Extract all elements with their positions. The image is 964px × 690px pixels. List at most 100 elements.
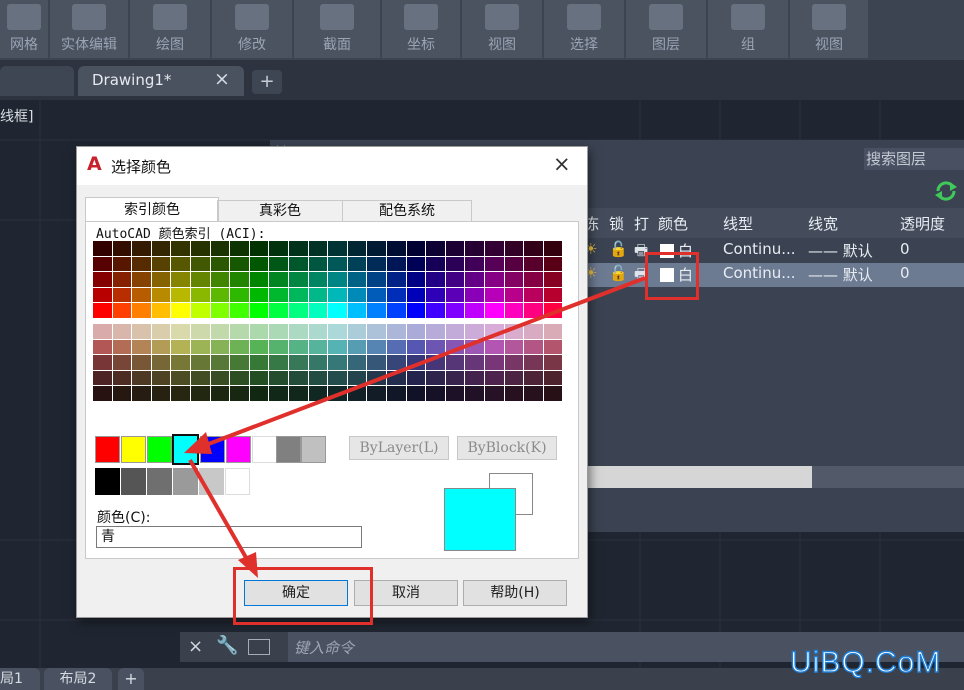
aci-color-cell[interactable] xyxy=(485,272,504,287)
aci-palette-bottom[interactable] xyxy=(93,324,565,404)
aci-color-cell[interactable] xyxy=(406,287,426,303)
aci-color-cell[interactable] xyxy=(524,256,543,272)
swatch-gray[interactable] xyxy=(276,436,301,463)
aci-color-cell[interactable] xyxy=(485,256,504,272)
linetype[interactable]: Continu... xyxy=(723,264,796,282)
aci-color-cell[interactable] xyxy=(367,256,386,272)
aci-color-cell[interactable] xyxy=(524,303,543,318)
aci-color-cell[interactable] xyxy=(230,324,249,339)
layer-row[interactable]: ☀ 🔓 🖶 白 Continu... —— 默认 0 xyxy=(582,239,964,263)
aci-color-cell[interactable] xyxy=(387,355,406,370)
aci-color-cell[interactable] xyxy=(367,370,386,386)
aci-color-cell[interactable] xyxy=(426,355,445,370)
aci-color-cell[interactable] xyxy=(543,339,563,355)
aci-color-cell[interactable] xyxy=(249,256,269,272)
command-close-icon[interactable]: × xyxy=(188,636,203,657)
aci-color-cell[interactable] xyxy=(328,355,347,370)
aci-color-cell[interactable] xyxy=(367,287,386,303)
aci-color-cell[interactable] xyxy=(504,339,524,355)
aci-color-cell[interactable] xyxy=(406,256,426,272)
aci-color-cell[interactable] xyxy=(328,370,347,386)
aci-color-cell[interactable] xyxy=(347,355,367,370)
aci-color-cell[interactable] xyxy=(249,272,269,287)
aci-color-cell[interactable] xyxy=(191,324,210,339)
aci-color-cell[interactable] xyxy=(249,287,269,303)
aci-color-cell[interactable] xyxy=(93,272,112,287)
aci-color-cell[interactable] xyxy=(367,324,386,339)
aci-color-cell[interactable] xyxy=(151,303,171,318)
aci-color-cell[interactable] xyxy=(112,370,132,386)
aci-color-cell[interactable] xyxy=(151,355,171,370)
aci-color-cell[interactable] xyxy=(426,303,445,318)
aci-color-cell[interactable] xyxy=(269,355,288,370)
aci-color-cell[interactable] xyxy=(543,303,563,318)
aci-color-cell[interactable] xyxy=(328,241,347,256)
aci-color-cell[interactable] xyxy=(112,386,132,401)
swatch-gray-252[interactable] xyxy=(147,468,172,495)
header-lineweight[interactable]: 线宽 xyxy=(808,213,838,234)
ribbon-mesh-group[interactable]: 网格 xyxy=(0,0,50,58)
aci-color-cell[interactable] xyxy=(406,241,426,256)
aci-color-cell[interactable] xyxy=(112,339,132,355)
aci-color-cell[interactable] xyxy=(112,355,132,370)
aci-color-cell[interactable] xyxy=(543,324,563,339)
aci-color-cell[interactable] xyxy=(230,287,249,303)
aci-color-cell[interactable] xyxy=(191,272,210,287)
aci-color-cell[interactable] xyxy=(524,272,543,287)
aci-color-cell[interactable] xyxy=(347,324,367,339)
aci-palette-top[interactable] xyxy=(93,241,565,321)
aci-color-cell[interactable] xyxy=(485,303,504,318)
bylayer-button[interactable]: ByLayer(L) xyxy=(349,436,449,460)
aci-color-cell[interactable] xyxy=(171,272,190,287)
close-icon[interactable]: × xyxy=(553,152,571,176)
aci-color-cell[interactable] xyxy=(367,355,386,370)
aci-color-cell[interactable] xyxy=(426,370,445,386)
aci-color-cell[interactable] xyxy=(171,256,190,272)
aci-color-cell[interactable] xyxy=(269,256,288,272)
aci-color-cell[interactable] xyxy=(406,339,426,355)
lineweight[interactable]: —— 默认 xyxy=(808,240,873,261)
aci-color-cell[interactable] xyxy=(347,386,367,401)
aci-color-cell[interactable] xyxy=(504,386,524,401)
aci-color-cell[interactable] xyxy=(445,339,465,355)
aci-color-cell[interactable] xyxy=(93,241,112,256)
aci-color-cell[interactable] xyxy=(289,272,308,287)
aci-color-cell[interactable] xyxy=(269,339,288,355)
aci-color-cell[interactable] xyxy=(445,272,465,287)
aci-color-cell[interactable] xyxy=(249,241,269,256)
aci-color-cell[interactable] xyxy=(191,339,210,355)
wrench-icon[interactable]: 🔧 xyxy=(216,635,238,656)
refresh-icon[interactable] xyxy=(934,180,958,202)
aci-color-cell[interactable] xyxy=(151,339,171,355)
aci-color-cell[interactable] xyxy=(289,370,308,386)
aci-color-cell[interactable] xyxy=(387,339,406,355)
tab-true-color[interactable]: 真彩色 xyxy=(217,200,343,222)
aci-color-cell[interactable] xyxy=(112,241,132,256)
aci-color-cell[interactable] xyxy=(485,241,504,256)
aci-color-cell[interactable] xyxy=(210,386,230,401)
swatch-gray-255[interactable] xyxy=(225,468,250,495)
tab-layout1[interactable]: 局1 xyxy=(0,668,40,690)
aci-color-cell[interactable] xyxy=(465,370,484,386)
aci-color-cell[interactable] xyxy=(230,386,249,401)
aci-color-cell[interactable] xyxy=(132,272,151,287)
aci-color-cell[interactable] xyxy=(426,287,445,303)
aci-color-cell[interactable] xyxy=(445,303,465,318)
byblock-button[interactable]: ByBlock(K) xyxy=(457,436,557,460)
transparency[interactable]: 0 xyxy=(900,240,910,258)
aci-color-cell[interactable] xyxy=(269,386,288,401)
tab-index-color[interactable]: 索引颜色 xyxy=(85,197,219,222)
aci-color-cell[interactable] xyxy=(308,256,328,272)
aci-color-cell[interactable] xyxy=(406,272,426,287)
aci-color-cell[interactable] xyxy=(445,355,465,370)
aci-color-cell[interactable] xyxy=(171,370,190,386)
aci-color-cell[interactable] xyxy=(524,370,543,386)
tab-layout2[interactable]: 布局2 xyxy=(44,668,112,690)
ribbon-layers-group[interactable]: 图层 xyxy=(626,0,708,58)
aci-color-cell[interactable] xyxy=(543,355,563,370)
aci-color-cell[interactable] xyxy=(504,256,524,272)
aci-color-cell[interactable] xyxy=(132,256,151,272)
aci-color-cell[interactable] xyxy=(249,303,269,318)
aci-color-cell[interactable] xyxy=(426,339,445,355)
aci-color-cell[interactable] xyxy=(151,324,171,339)
